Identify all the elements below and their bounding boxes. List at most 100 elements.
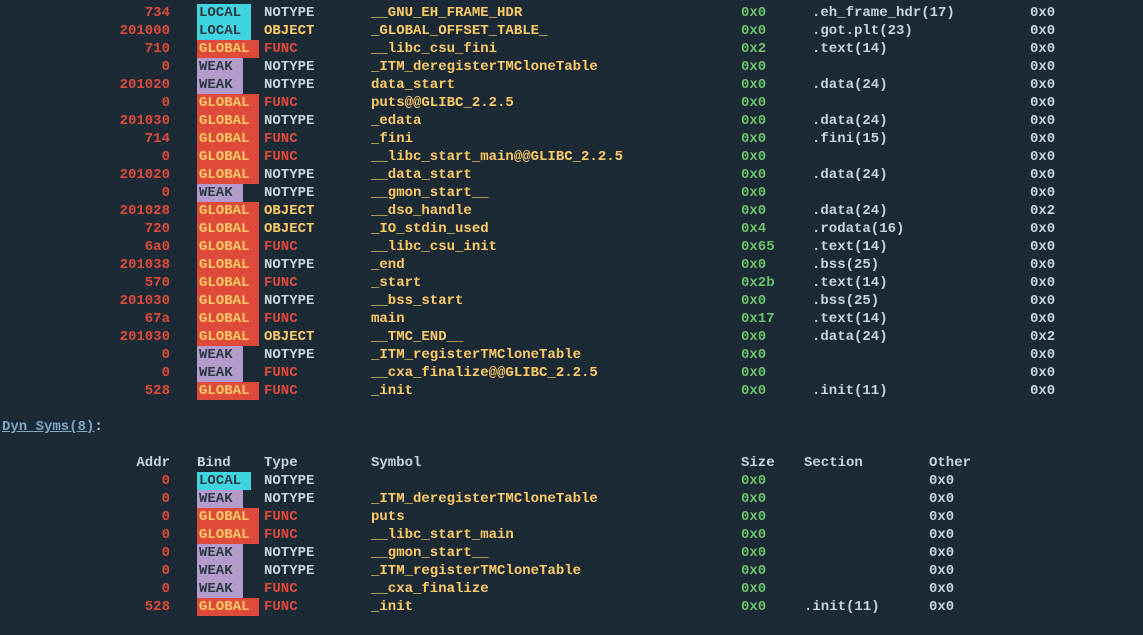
table-row: 201020WEAKNOTYPEdata_start0x0.data(24)0x…	[0, 76, 1143, 94]
symbol-cell: _ITM_registerTMCloneTable	[371, 562, 741, 580]
section-cell: .text(14)	[812, 310, 1030, 328]
size-cell: 0x0	[741, 148, 812, 166]
bind-cell: GLOBAL	[197, 148, 264, 166]
bind-cell: GLOBAL	[197, 202, 264, 220]
type-cell: NOTYPE	[264, 562, 371, 580]
other-cell: 0x0	[929, 490, 1029, 508]
table-row: 201030GLOBALOBJECT__TMC_END__0x0.data(24…	[0, 328, 1143, 346]
section-cell: .fini(15)	[812, 130, 1030, 148]
addr-cell: 528	[0, 598, 197, 616]
table-row: 67aGLOBALFUNCmain0x17.text(14)0x0	[0, 310, 1143, 328]
symbol-cell: __gmon_start__	[371, 544, 741, 562]
addr-cell: 0	[0, 562, 197, 580]
size-cell: 0x0	[741, 4, 812, 22]
bind-cell: GLOBAL	[197, 40, 264, 58]
symbol-cell: _edata	[371, 112, 741, 130]
bind-cell: GLOBAL	[197, 94, 264, 112]
bind-cell: GLOBAL	[197, 238, 264, 256]
table-row: 570GLOBALFUNC_start0x2b.text(14)0x0	[0, 274, 1143, 292]
section-cell: .rodata(16)	[812, 220, 1030, 238]
other-cell: 0x0	[1030, 256, 1130, 274]
symbol-cell: _ITM_deregisterTMCloneTable	[371, 58, 741, 76]
bind-cell: WEAK	[197, 544, 264, 562]
bind-cell: WEAK	[197, 490, 264, 508]
other-cell: 0x0	[1030, 238, 1130, 256]
symbol-cell: _ITM_deregisterTMCloneTable	[371, 490, 741, 508]
size-cell: 0x0	[741, 22, 812, 40]
size-cell: 0x17	[741, 310, 812, 328]
type-cell: FUNC	[264, 598, 371, 616]
size-cell: 0x0	[741, 166, 812, 184]
type-cell: FUNC	[264, 94, 371, 112]
type-cell: FUNC	[264, 382, 371, 400]
other-cell: 0x2	[1030, 202, 1130, 220]
addr-cell: 201020	[0, 76, 197, 94]
type-cell: NOTYPE	[264, 76, 371, 94]
addr-cell: 710	[0, 40, 197, 58]
other-cell: 0x0	[1030, 130, 1130, 148]
size-cell: 0x0	[741, 508, 804, 526]
bind-cell: LOCAL	[197, 22, 264, 40]
bind-cell: GLOBAL	[197, 274, 264, 292]
size-cell: 0x0	[741, 76, 812, 94]
size-cell: 0x2b	[741, 274, 812, 292]
addr-cell: 720	[0, 220, 197, 238]
addr-cell: 570	[0, 274, 197, 292]
addr-cell: 201030	[0, 328, 197, 346]
symbol-cell: __libc_start_main@@GLIBC_2.2.5	[371, 148, 741, 166]
addr-cell: 201030	[0, 112, 197, 130]
type-cell: FUNC	[264, 148, 371, 166]
bind-cell: WEAK	[197, 76, 264, 94]
bind-cell: GLOBAL	[197, 256, 264, 274]
type-cell: FUNC	[264, 40, 371, 58]
table-header: AddrBindTypeSymbolSizeSectionOther	[0, 454, 1143, 472]
bind-cell: GLOBAL	[197, 112, 264, 130]
table-row: 201020GLOBALNOTYPE__data_start0x0.data(2…	[0, 166, 1143, 184]
table-row: 710GLOBALFUNC__libc_csu_fini0x2.text(14)…	[0, 40, 1143, 58]
size-cell: 0x0	[741, 292, 812, 310]
bind-cell: LOCAL	[197, 4, 264, 22]
size-cell: 0x0	[741, 382, 812, 400]
disassembler-output: 734LOCALNOTYPE__GNU_EH_FRAME_HDR0x0.eh_f…	[0, 0, 1143, 620]
other-cell: 0x0	[1030, 184, 1130, 202]
addr-cell: 0	[0, 526, 197, 544]
symbol-cell: _init	[371, 382, 741, 400]
table-row: 0WEAKNOTYPE_ITM_registerTMCloneTable0x00…	[0, 562, 1143, 580]
symbol-cell: __TMC_END__	[371, 328, 741, 346]
size-cell: 0x0	[741, 544, 804, 562]
section-cell: .init(11)	[804, 598, 929, 616]
symbol-cell: _ITM_registerTMCloneTable	[371, 346, 741, 364]
symbol-cell: _GLOBAL_OFFSET_TABLE_	[371, 22, 741, 40]
size-cell: 0x0	[741, 490, 804, 508]
size-cell: 0x0	[741, 112, 812, 130]
type-cell: NOTYPE	[264, 112, 371, 130]
other-cell: 0x0	[929, 472, 1029, 490]
table-row: 720GLOBALOBJECT_IO_stdin_used0x4.rodata(…	[0, 220, 1143, 238]
other-cell: 0x0	[1030, 274, 1130, 292]
table-row: 0WEAKNOTYPE_ITM_deregisterTMCloneTable0x…	[0, 58, 1143, 76]
type-cell: NOTYPE	[264, 4, 371, 22]
other-cell: 0x0	[929, 508, 1029, 526]
addr-cell: 0	[0, 184, 197, 202]
header-symbol: Symbol	[371, 454, 741, 472]
size-cell: 0x0	[741, 58, 812, 76]
addr-cell: 0	[0, 472, 197, 490]
symbol-cell: _start	[371, 274, 741, 292]
addr-cell: 528	[0, 382, 197, 400]
table-row: 0WEAKNOTYPE_ITM_deregisterTMCloneTable0x…	[0, 490, 1143, 508]
bind-cell: WEAK	[197, 58, 264, 76]
section-cell: .init(11)	[812, 382, 1030, 400]
addr-cell: 67a	[0, 310, 197, 328]
bind-cell: WEAK	[197, 580, 264, 598]
type-cell: FUNC	[264, 238, 371, 256]
other-cell: 0x0	[1030, 94, 1130, 112]
dyn-syms-link[interactable]: Dyn Syms(8)	[0, 418, 94, 436]
addr-cell: 714	[0, 130, 197, 148]
symbol-cell: __cxa_finalize@@GLIBC_2.2.5	[371, 364, 741, 382]
type-cell: NOTYPE	[264, 490, 371, 508]
header-type: Type	[264, 454, 371, 472]
header-other: Other	[929, 454, 1029, 472]
bind-cell: GLOBAL	[197, 166, 264, 184]
table-row: 0WEAKFUNC__cxa_finalize0x00x0	[0, 580, 1143, 598]
type-cell: FUNC	[264, 526, 371, 544]
